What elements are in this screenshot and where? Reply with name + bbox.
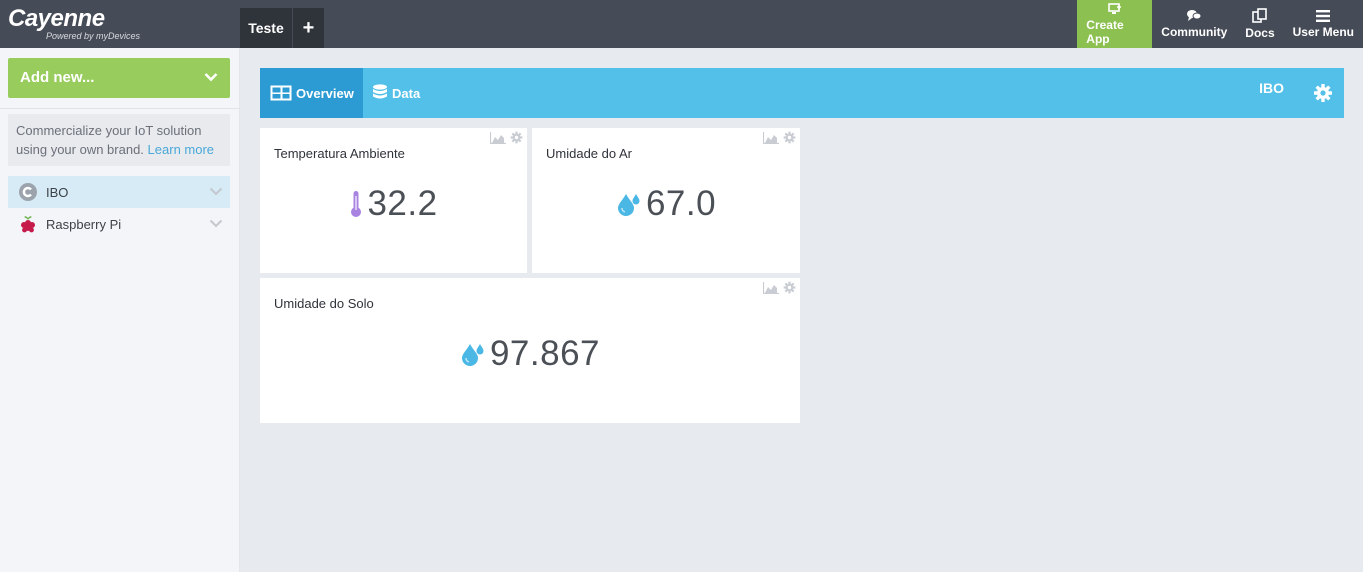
widget-card-umidade-solo: Umidade do Solo 97.867 — [260, 278, 800, 423]
widget-tools — [763, 281, 796, 294]
user-menu-button[interactable]: User Menu — [1284, 0, 1363, 48]
cayenne-logo[interactable]: Cayenne Powered by myDevices — [8, 5, 140, 42]
chart-icon[interactable] — [490, 131, 506, 144]
chart-icon[interactable] — [763, 131, 779, 144]
cayenne-device-icon — [18, 182, 38, 202]
top-bar: Cayenne Powered by myDevices Teste + Cre… — [0, 0, 1363, 48]
widget-tools — [490, 131, 523, 144]
device-label: Raspberry Pi — [46, 216, 122, 232]
chevron-down-icon — [204, 73, 218, 82]
widget-tools — [763, 131, 796, 144]
top-nav: Create App Community Docs User Menu — [1077, 0, 1363, 48]
logo-tagline: Powered by myDevices — [46, 31, 141, 41]
raspberry-pi-icon — [18, 214, 38, 234]
tab-data-label: Data — [392, 85, 421, 101]
widget-value: 97.867 — [489, 334, 601, 373]
chart-icon[interactable] — [763, 281, 779, 294]
widget-card-umidade-ar: Umidade do Ar 67.0 — [532, 128, 800, 273]
gear-icon[interactable] — [1313, 83, 1333, 103]
tab-overview[interactable]: Overview — [260, 68, 363, 118]
create-app-button[interactable]: Create App — [1077, 0, 1153, 48]
community-link[interactable]: Community — [1152, 0, 1236, 48]
sidebar-device-ibo[interactable]: IBO — [8, 176, 230, 208]
project-tab-teste[interactable]: Teste — [240, 8, 292, 48]
promo-box: Commercialize your IoT solution using yo… — [8, 114, 230, 166]
community-icon — [1187, 10, 1202, 21]
gear-icon[interactable] — [510, 131, 523, 144]
add-project-button[interactable]: + — [293, 8, 324, 48]
add-new-button[interactable]: Add new... — [8, 58, 230, 98]
database-icon — [373, 84, 387, 99]
widget-title: Umidade do Solo — [274, 296, 374, 311]
device-title: IBO — [1259, 80, 1284, 96]
add-new-label: Add new... — [20, 69, 95, 86]
tab-data[interactable]: Data — [372, 68, 420, 118]
gear-icon[interactable] — [783, 131, 796, 144]
widget-value: 32.2 — [367, 184, 438, 223]
widget-title: Umidade do Ar — [546, 146, 632, 161]
chevron-down-icon[interactable] — [209, 219, 223, 228]
widget-card-temperatura: Temperatura Ambiente 32.2 — [260, 128, 527, 273]
gear-icon[interactable] — [783, 281, 796, 294]
hamburger-icon — [1316, 9, 1331, 22]
docs-label: Docs — [1245, 26, 1275, 40]
device-label: IBO — [46, 184, 69, 200]
learn-more-link[interactable]: Learn more — [148, 142, 214, 157]
sidebar-device-raspberry-pi[interactable]: Raspberry Pi — [8, 208, 230, 240]
chevron-down-icon[interactable] — [209, 187, 223, 196]
water-drops-icon — [617, 194, 640, 216]
sidebar-divider — [0, 108, 240, 109]
widget-title: Temperatura Ambiente — [274, 146, 405, 161]
widget-value-display: 67.0 — [532, 184, 800, 224]
docs-icon — [1252, 8, 1267, 23]
docs-link[interactable]: Docs — [1236, 0, 1283, 48]
user-menu-label: User Menu — [1292, 24, 1354, 39]
overview-icon — [270, 85, 292, 101]
tab-overview-label: Overview — [296, 85, 354, 101]
logo-name: Cayenne — [8, 5, 105, 32]
widget-value-display: 32.2 — [260, 184, 527, 224]
create-app-label: Create App — [1086, 17, 1124, 46]
device-header-bar: Overview Data IBO — [260, 68, 1344, 118]
community-label: Community — [1161, 25, 1228, 39]
widget-value: 67.0 — [645, 184, 717, 223]
thermometer-icon — [351, 191, 362, 217]
create-app-icon — [1107, 2, 1121, 14]
sidebar: Add new... Commercialize your IoT soluti… — [0, 48, 240, 572]
widget-value-display: 97.867 — [260, 334, 800, 374]
water-drops-icon — [461, 344, 484, 366]
